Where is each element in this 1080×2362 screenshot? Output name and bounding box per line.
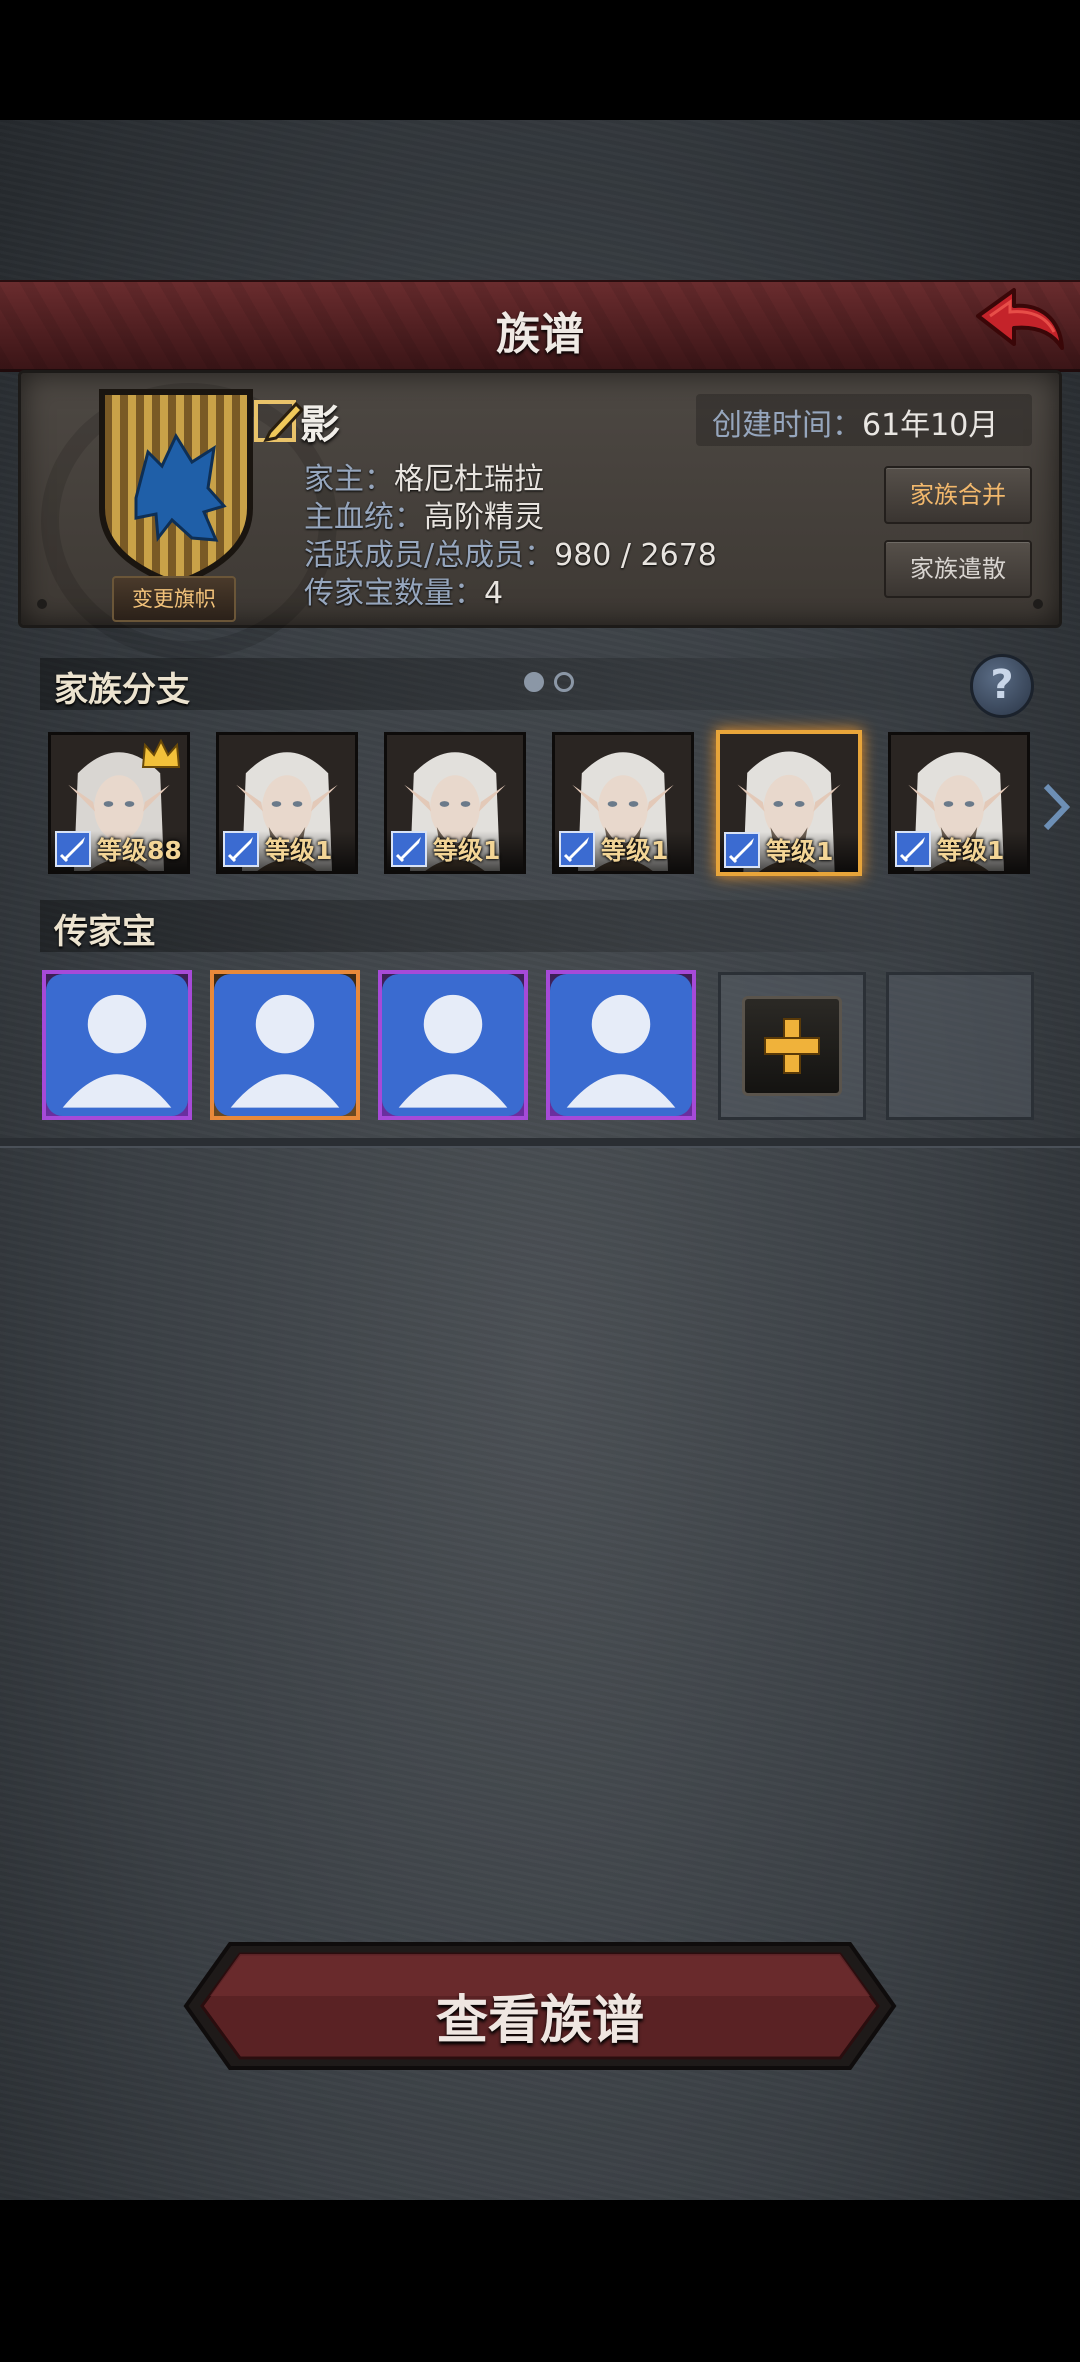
heirloom-count-line: 传家宝数量：4 [304,568,503,612]
branch-level-label: 等级1 [937,836,1005,865]
branch-level-label: 等级1 [766,837,834,866]
person-icon [46,974,188,1116]
sword-icon [895,831,931,867]
created-time: 创建时间：61年10月 [712,400,998,444]
branch-level-label: 等级1 [433,836,501,865]
person-icon [214,974,356,1116]
heirloom-item[interactable] [210,970,360,1120]
navigation-bar-area [0,2200,1080,2362]
branch-card[interactable]: 等级1 [384,732,526,874]
chevron-right-icon [1043,783,1071,831]
plus-icon [764,1018,820,1074]
created-label: 创建时间： [712,408,862,443]
page-title: 族谱 [496,309,584,360]
heirloom-item[interactable] [378,970,528,1120]
branch-level-label: 等级1 [601,836,669,865]
heirloom-item[interactable] [546,970,696,1120]
branch-level-label: 等级88 [97,836,182,865]
person-icon [550,974,692,1116]
branch-card[interactable]: 等级88 [48,732,190,874]
view-family-tree-button[interactable]: 查看族谱 [180,1938,900,2074]
heirlooms-title: 传家宝 [54,912,156,952]
family-name: 影 [300,402,340,448]
sword-icon [559,831,595,867]
created-value: 61年10月 [862,408,999,443]
sword-icon [391,831,427,867]
sword-icon [724,832,760,868]
sword-icon [55,831,91,867]
person-icon [382,974,524,1116]
edit-name-button[interactable] [252,394,305,446]
page-dot-2[interactable] [554,672,574,692]
next-page-arrow[interactable] [1040,782,1071,832]
back-button[interactable] [968,286,1068,366]
pencil-icon [254,400,305,443]
add-heirloom-button[interactable] [742,996,842,1096]
branch-level-label: 等级1 [265,836,333,865]
crown-icon [141,739,181,768]
change-flag-button[interactable]: 变更旗帜 [112,576,236,622]
members-value: 980 / 2678 [554,538,717,573]
family-disband-button[interactable]: 家族遣散 [884,540,1032,598]
branch-card[interactable]: 等级1 [716,730,862,876]
branch-card[interactable]: 等级1 [888,732,1030,874]
page-dot-1[interactable] [524,672,544,692]
heirloom-count-value: 4 [484,576,504,611]
heirloom-slot-empty-2[interactable] [886,972,1034,1120]
divider [0,1138,1080,1148]
sword-icon [223,831,259,867]
back-arrow-icon [976,288,1064,350]
heirloom-item[interactable] [42,970,192,1120]
help-button[interactable]: ? [970,654,1034,718]
family-merge-button[interactable]: 家族合并 [884,466,1032,524]
view-family-tree-label: 查看族谱 [435,1991,644,2051]
wolf-banner-icon [99,389,253,588]
branch-card[interactable]: 等级1 [216,732,358,874]
branch-card[interactable]: 等级1 [552,732,694,874]
heirlooms-header-bar [40,900,970,952]
status-bar-area [0,0,1080,120]
heirloom-count-label: 传家宝数量： [304,576,484,611]
branches-title: 家族分支 [54,670,190,710]
